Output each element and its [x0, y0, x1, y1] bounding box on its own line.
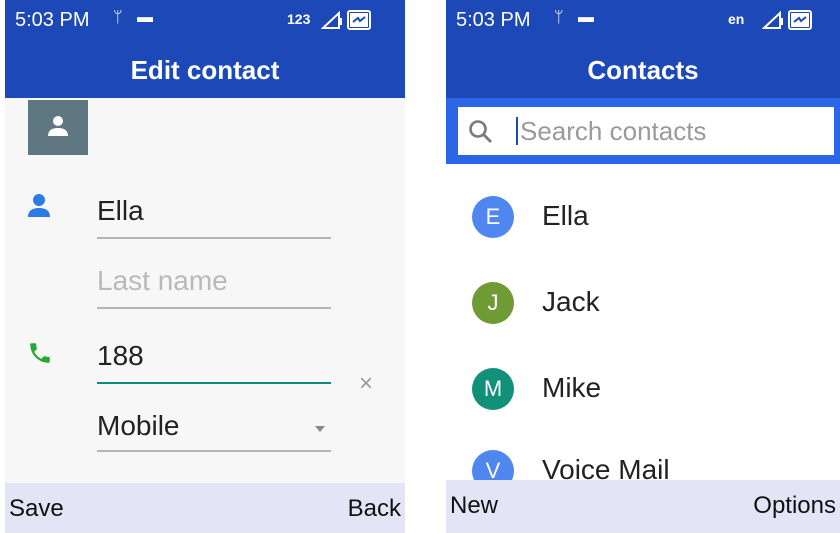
contact-avatar: M [472, 368, 514, 410]
search-bar [446, 98, 840, 164]
save-softkey[interactable]: Save [9, 495, 64, 523]
status-time: 5:03 PM [456, 9, 531, 31]
sim-icon: ▬ [578, 9, 594, 26]
softkey-bar: Save Back [5, 483, 405, 533]
sim-icon: ▬ [137, 9, 153, 26]
status-bar: 5:03 PM ᛘ ▬ 123 [5, 0, 405, 42]
contact-avatar-icon[interactable] [28, 100, 88, 155]
page-title: Edit contact [5, 42, 405, 98]
phone-field[interactable] [97, 334, 331, 384]
contact-name: Ella [542, 200, 589, 231]
options-softkey[interactable]: Options [753, 492, 836, 520]
signal-icon [762, 10, 783, 29]
input-mode-indicator: en [728, 11, 745, 27]
status-time: 5:03 PM [15, 9, 90, 31]
back-softkey[interactable]: Back [348, 495, 401, 523]
search-icon [469, 120, 492, 143]
new-softkey[interactable]: New [450, 492, 498, 520]
status-bar: 5:03 PM ᛘ ▬ en [446, 0, 840, 42]
last-name-input[interactable] [97, 265, 331, 297]
first-name-input[interactable] [97, 195, 331, 227]
search-box[interactable] [458, 107, 834, 155]
search-input[interactable] [520, 113, 828, 149]
page-title: Contacts [446, 42, 840, 98]
phone-input[interactable] [97, 340, 331, 372]
contacts-screen: 5:03 PM ᛘ ▬ en Contacts E Ella J Jack M [446, 0, 840, 533]
text-cursor [516, 117, 518, 145]
phone-icon [30, 343, 50, 363]
last-name-field[interactable] [97, 259, 331, 309]
person-icon [28, 194, 50, 217]
contact-avatar: E [472, 196, 514, 238]
contact-name: Jack [542, 286, 600, 317]
phone-type-dropdown[interactable]: Mobile [97, 402, 331, 452]
edit-contact-screen: 5:03 PM ᛘ ▬ 123 Edit contact × Mobile Sa… [5, 0, 405, 533]
phone-type-value: Mobile [97, 410, 180, 441]
softkey-bar: New Options [446, 480, 840, 533]
usb-icon: ᛘ [554, 9, 564, 26]
contact-avatar: J [472, 282, 514, 324]
contact-name: Mike [542, 372, 602, 403]
dropdown-caret-icon [315, 426, 325, 432]
usb-icon: ᛘ [113, 9, 123, 26]
clear-icon[interactable]: × [359, 372, 379, 396]
signal-icon [321, 10, 342, 29]
battery-charging-icon [347, 10, 371, 30]
input-mode-indicator: 123 [287, 11, 311, 27]
first-name-field[interactable] [97, 189, 331, 239]
battery-charging-icon [788, 10, 812, 30]
